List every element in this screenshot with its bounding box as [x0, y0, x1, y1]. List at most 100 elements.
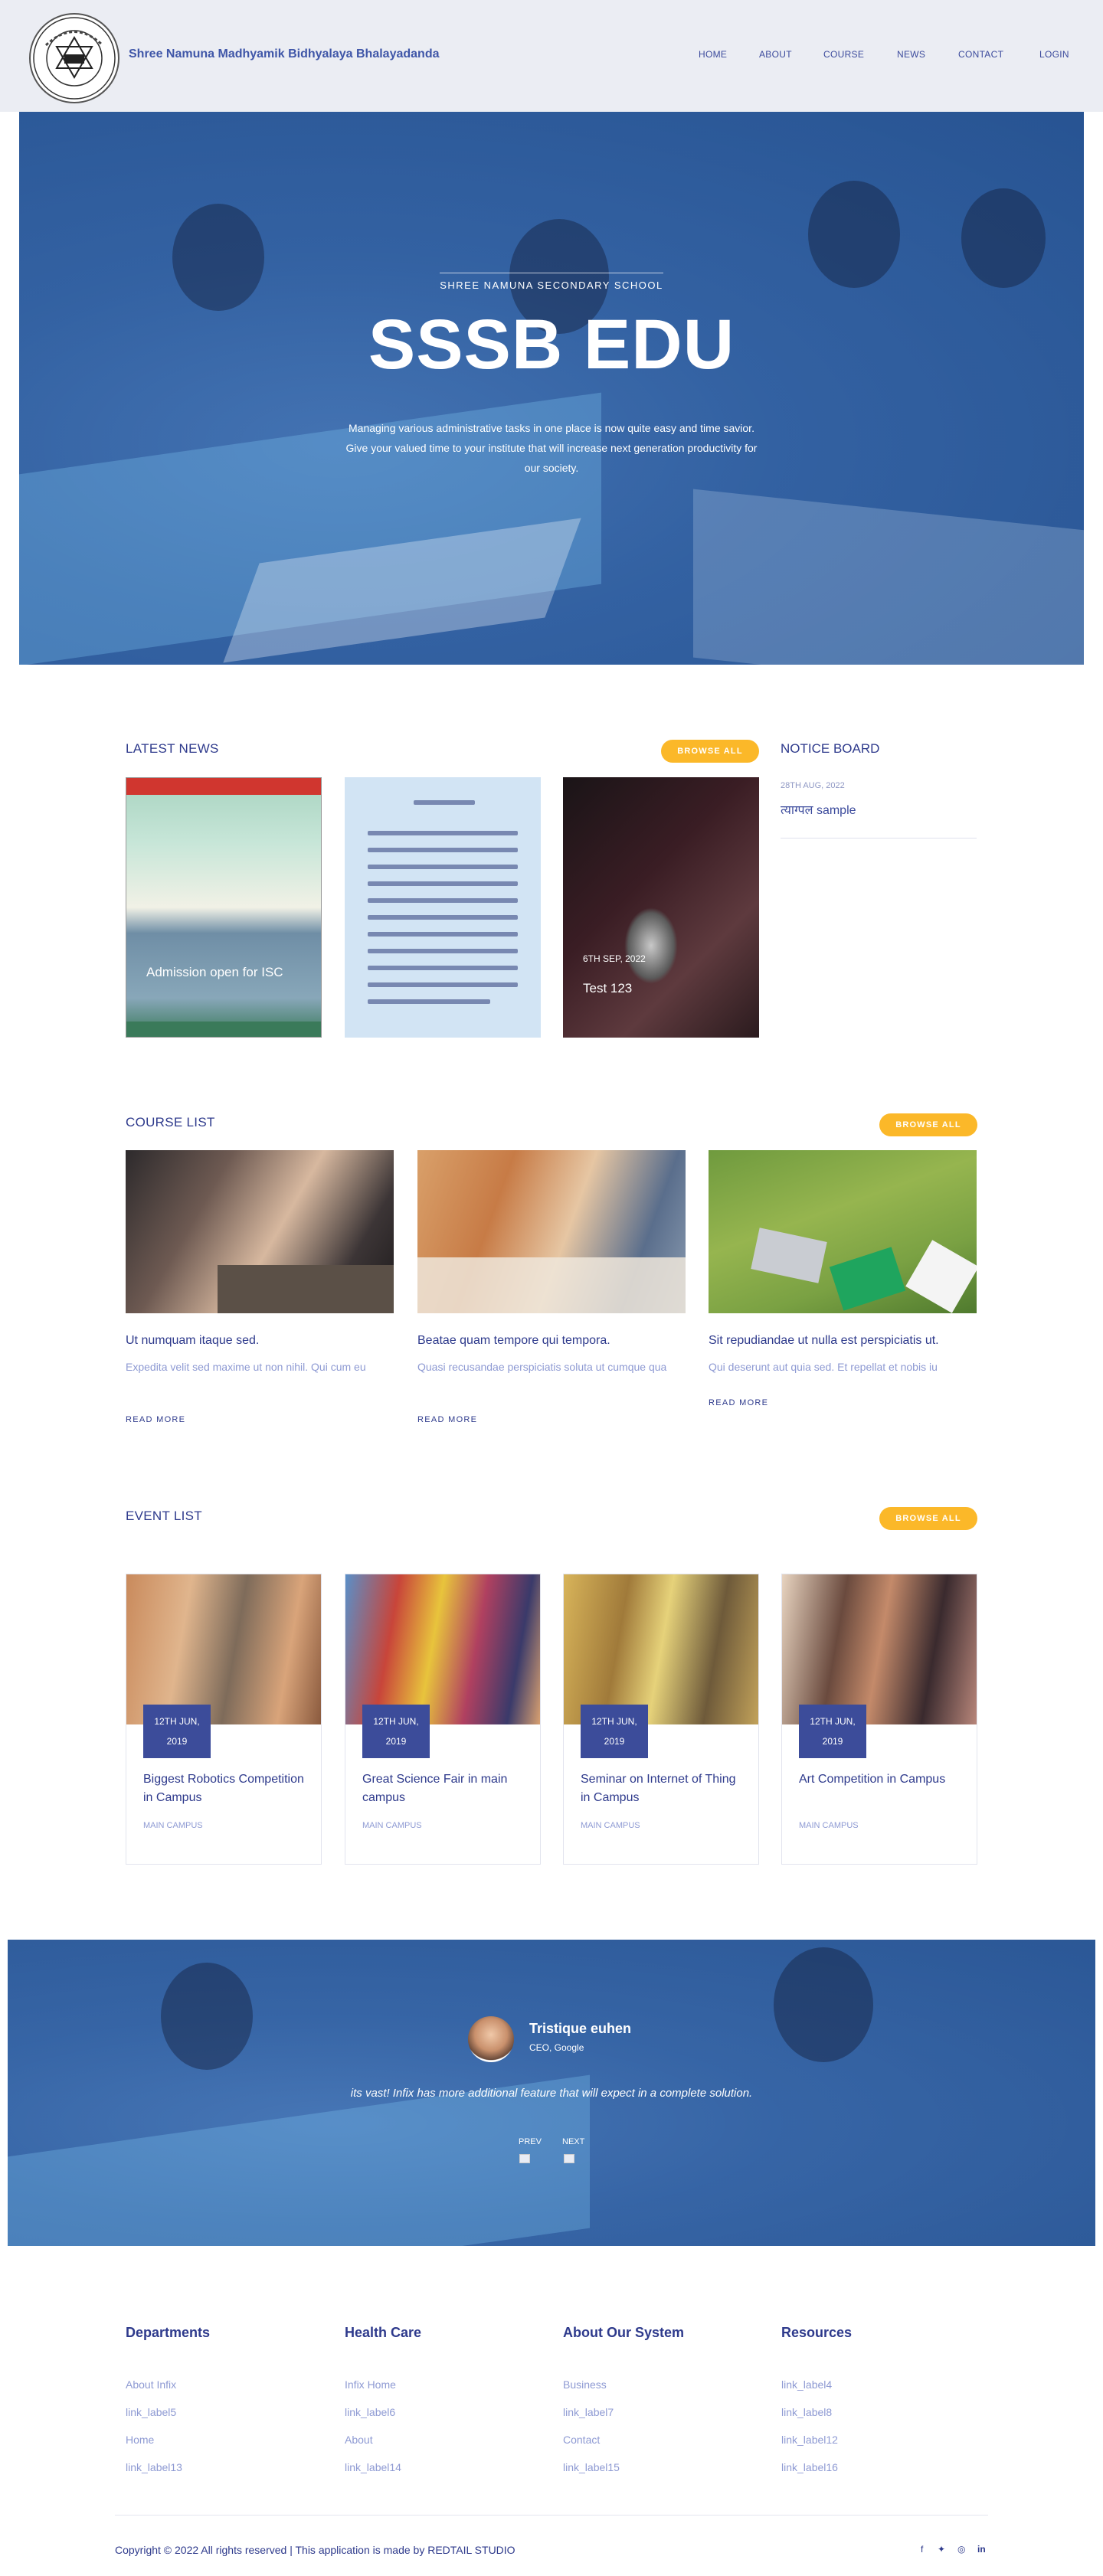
hero-kicker: SHREE NAMUNA SECONDARY SCHOOL: [19, 273, 1084, 291]
news-image-band: [126, 778, 321, 795]
news-card[interactable]: 6TH SEP, 2022 Test 123: [563, 777, 759, 1038]
hero-title: SSSB EDU: [368, 306, 735, 384]
course-image-table: [218, 1265, 394, 1313]
course-section-title: COURSE LIST: [126, 1115, 215, 1129]
event-image: [345, 1574, 540, 1724]
testimonial-next-button[interactable]: NEXT: [562, 2137, 584, 2146]
linkedin-icon[interactable]: in: [977, 2544, 986, 2555]
notice-divider: [781, 838, 977, 839]
news-card[interactable]: Admission open for ISC: [126, 777, 322, 1038]
event-card[interactable]: 12TH JUN, 2019 Art Competition in Campus …: [781, 1574, 977, 1865]
prev-arrow-icon[interactable]: [519, 2154, 530, 2163]
school-name[interactable]: Shree Namuna Madhyamik Bidhyalaya Bhalay…: [129, 47, 439, 61]
notice-board-title: NOTICE BOARD: [781, 741, 880, 756]
twitter-icon[interactable]: ✦: [938, 2544, 945, 2555]
course-image[interactable]: [417, 1150, 686, 1313]
course-read-more-link[interactable]: READ MORE: [126, 1415, 185, 1424]
testimonial-photo-figure: [774, 1947, 873, 2062]
footer-link[interactable]: link_label16: [781, 2461, 838, 2473]
footer-link[interactable]: link_label5: [126, 2406, 176, 2418]
footer-link[interactable]: link_label14: [345, 2461, 401, 2473]
footer-link[interactable]: link_label4: [781, 2378, 832, 2391]
footer-column-title: Departments: [126, 2325, 211, 2340]
footer-link[interactable]: link_label15: [563, 2461, 620, 2473]
footer-link[interactable]: link_label6: [345, 2406, 395, 2418]
copyright-text: Copyright © 2022 All rights reserved | T…: [115, 2544, 515, 2556]
footer-link[interactable]: Infix Home: [345, 2378, 396, 2391]
footer-link[interactable]: Contact: [563, 2434, 600, 2446]
event-location: MAIN CAMPUS: [362, 1821, 422, 1830]
footer-column-title: About Our System: [563, 2325, 685, 2340]
testimonial-section: Tristique euhen CEO, Google its vast! In…: [8, 1940, 1095, 2246]
course-read-more-link[interactable]: READ MORE: [709, 1398, 768, 1407]
course-title[interactable]: Beatae quam tempore qui tempora.: [417, 1334, 610, 1348]
course-image[interactable]: [709, 1150, 977, 1313]
footer-link[interactable]: link_label7: [563, 2406, 614, 2418]
course-image-folder: [829, 1247, 906, 1311]
nav-course[interactable]: COURSE: [823, 49, 864, 60]
event-browse-all-button[interactable]: BROWSE ALL: [879, 1507, 977, 1530]
footer-link[interactable]: link_label8: [781, 2406, 832, 2418]
footer-link[interactable]: About: [345, 2434, 373, 2446]
news-card[interactable]: [345, 777, 541, 1038]
nav-login[interactable]: LOGIN: [1039, 49, 1069, 60]
event-image: [564, 1574, 758, 1724]
event-section-title: EVENT LIST: [126, 1509, 202, 1523]
news-image-text: [368, 881, 518, 886]
course-description: Expedita velit sed maxime ut non nihil. …: [126, 1361, 366, 1373]
event-card[interactable]: 12TH JUN, 2019 Seminar on Internet of Thi…: [563, 1574, 759, 1865]
news-headline[interactable]: Admission open for ISC: [146, 965, 283, 980]
school-logo[interactable]: [29, 13, 119, 103]
footer-link[interactable]: link_label13: [126, 2461, 182, 2473]
nav-home[interactable]: HOME: [699, 49, 727, 60]
news-headline[interactable]: Test 123: [583, 981, 632, 996]
nav-about[interactable]: ABOUT: [759, 49, 792, 60]
hero-banner: SHREE NAMUNA SECONDARY SCHOOL SSSB EDU M…: [19, 112, 1084, 665]
event-title[interactable]: Biggest Robotics Competition in Campus: [143, 1770, 308, 1807]
course-title[interactable]: Ut numquam itaque sed.: [126, 1334, 259, 1348]
next-arrow-icon[interactable]: [564, 2154, 574, 2163]
course-image-laptop: [751, 1228, 827, 1283]
testimonial-name: Tristique euhen: [529, 2021, 632, 2036]
event-location: MAIN CAMPUS: [799, 1821, 859, 1830]
course-image-desk: [417, 1257, 686, 1313]
event-card[interactable]: 12TH JUN, 2019 Biggest Robotics Competiti…: [126, 1574, 322, 1865]
footer-link[interactable]: link_label12: [781, 2434, 838, 2446]
news-image-text: [368, 898, 518, 903]
facebook-icon[interactable]: f: [921, 2544, 923, 2555]
event-title[interactable]: Art Competition in Campus: [799, 1770, 964, 1789]
dribbble-icon[interactable]: ◎: [957, 2544, 965, 2555]
nav-news[interactable]: NEWS: [897, 49, 925, 60]
footer-column-title: Resources: [781, 2325, 853, 2340]
hero-description: Managing various administrative tasks in…: [345, 422, 758, 474]
footer-column-title: Health Care: [345, 2325, 422, 2340]
footer-divider: [115, 2515, 988, 2516]
hero-photo-desk: [693, 489, 1084, 665]
hero-photo-figure: [808, 181, 900, 288]
news-image-text: [368, 915, 518, 920]
news-browse-all-button[interactable]: BROWSE ALL: [661, 740, 759, 763]
testimonial-prev-button[interactable]: PREV: [519, 2137, 542, 2146]
course-read-more-link[interactable]: READ MORE: [417, 1415, 477, 1424]
nav-contact[interactable]: CONTACT: [958, 49, 1003, 60]
footer-link[interactable]: About Infix: [126, 2378, 176, 2391]
event-image: [782, 1574, 977, 1724]
site-header: Shree Namuna Madhyamik Bidhyalaya Bhalay…: [0, 0, 1103, 112]
footer-link[interactable]: Home: [126, 2434, 154, 2446]
news-image-text: [414, 800, 475, 805]
event-title[interactable]: Seminar on Internet of Thing in Campus: [581, 1770, 745, 1807]
course-browse-all-button[interactable]: BROWSE ALL: [879, 1113, 977, 1136]
course-description: Quasi recusandae perspiciatis soluta ut …: [417, 1361, 667, 1373]
course-title[interactable]: Sit repudiandae ut nulla est perspiciati…: [709, 1334, 939, 1348]
event-title[interactable]: Great Science Fair in main campus: [362, 1770, 527, 1807]
notice-item[interactable]: त्याग्पल sample: [781, 801, 856, 818]
footer-link[interactable]: Business: [563, 2378, 607, 2391]
event-card[interactable]: 12TH JUN, 2019 Great Science Fair in main…: [345, 1574, 541, 1865]
news-section-title: LATEST NEWS: [126, 741, 219, 756]
testimonial-photo-figure: [161, 1963, 253, 2070]
news-date: 6TH SEP, 2022: [583, 953, 646, 964]
news-image-text: [368, 865, 518, 869]
course-image[interactable]: [126, 1150, 394, 1313]
testimonial-quote: its vast! Infix has more additional feat…: [350, 2087, 753, 2100]
news-image-text: [368, 999, 490, 1004]
